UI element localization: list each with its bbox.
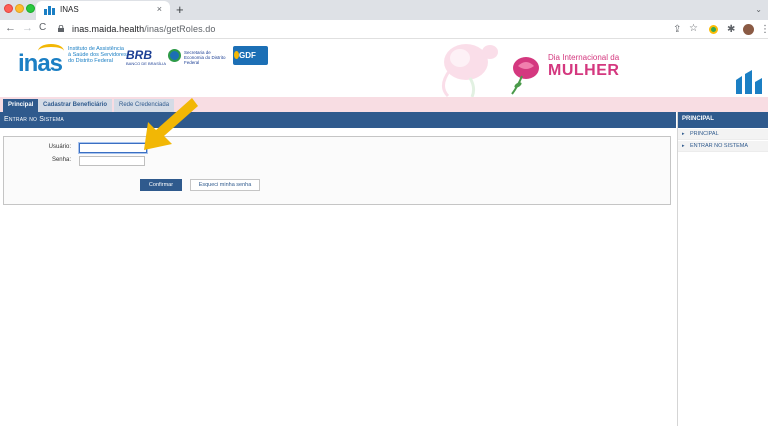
bullet-icon: ▸ bbox=[682, 131, 685, 137]
sidebar-item-entrar-no-sistema[interactable]: ▸ ENTRAR NO SISTEMA bbox=[678, 141, 768, 152]
tab-close-icon[interactable]: × bbox=[157, 4, 162, 14]
sidebar-item-label: ENTRAR NO SISTEMA bbox=[690, 143, 749, 149]
window-close-button[interactable] bbox=[4, 4, 13, 13]
panel-header: Entrar no Sistema bbox=[0, 112, 676, 128]
tab-title: INAS bbox=[60, 5, 79, 14]
sidebar-header: PRINCIPAL bbox=[678, 112, 768, 128]
browser-menu-icon[interactable]: ⋮ bbox=[760, 24, 768, 35]
bookmark-star-icon[interactable]: ☆ bbox=[689, 23, 698, 34]
window-minimize-button[interactable] bbox=[15, 4, 24, 13]
password-input[interactable] bbox=[79, 156, 145, 166]
url-host: inas.maida.health bbox=[72, 24, 145, 34]
sidebar-item-label: PRINCIPAL bbox=[690, 131, 719, 137]
extensions-puzzle-icon[interactable]: ✱ bbox=[727, 24, 735, 35]
brb-logo: BRB bbox=[126, 48, 152, 62]
password-label: Senha: bbox=[51, 157, 71, 163]
banner-subtitle: Dia Internacional da bbox=[548, 53, 620, 62]
back-button[interactable]: ← bbox=[5, 22, 16, 34]
inas-logo[interactable]: inas bbox=[18, 50, 63, 78]
login-form: Usuário: Senha: Confirmar Esqueci minha … bbox=[3, 136, 671, 205]
gdf-logo-text: GDF bbox=[239, 51, 256, 60]
rose-icon bbox=[511, 57, 539, 95]
tab-search-chevron-icon[interactable]: ⌄ bbox=[755, 5, 762, 14]
window-maximize-button[interactable] bbox=[26, 4, 35, 13]
faded-rose-icon bbox=[442, 44, 498, 97]
main-nav: Principal Cadastrar Beneficiário Rede Cr… bbox=[0, 97, 768, 112]
nav-tab-principal[interactable]: Principal bbox=[3, 99, 39, 112]
yellow-arrow-icon bbox=[144, 98, 198, 150]
extension-icon[interactable] bbox=[709, 25, 718, 34]
sidebar-item-principal[interactable]: ▸ PRINCIPAL bbox=[678, 129, 768, 140]
username-label: Usuário: bbox=[48, 144, 71, 150]
brb-subtitle: BANCO DE BRASÍLIA bbox=[126, 61, 167, 66]
url-path: /inas/getRoles.do bbox=[144, 24, 216, 34]
gdf-logo: GDF bbox=[233, 46, 268, 65]
panel-title: Entrar no Sistema bbox=[4, 116, 64, 123]
site-header: inas Instituto de Assistência à Saúde do… bbox=[0, 40, 768, 97]
address-bar[interactable]: inas.maida.health/inas/getRoles.do bbox=[58, 22, 658, 37]
share-icon[interactable]: ⇪ bbox=[673, 24, 681, 35]
nav-tab-cadastrar-beneficiario[interactable]: Cadastrar Beneficiário bbox=[38, 99, 113, 112]
forgot-password-button[interactable]: Esqueci minha senha bbox=[190, 179, 260, 191]
secretaria-emblem-icon bbox=[168, 49, 181, 62]
lock-icon bbox=[58, 25, 64, 32]
bullet-icon: ▸ bbox=[682, 143, 685, 149]
url-text: inas.maida.health/inas/getRoles.do bbox=[72, 24, 216, 34]
confirm-button[interactable]: Confirmar bbox=[140, 179, 182, 191]
building-logo-icon bbox=[736, 70, 762, 94]
profile-avatar[interactable] bbox=[743, 24, 754, 35]
banner-title: MULHER bbox=[548, 62, 620, 79]
new-tab-button[interactable]: + bbox=[176, 2, 184, 17]
forward-button[interactable]: → bbox=[22, 22, 33, 34]
browser-tabstrip: INAS × + ⌄ bbox=[0, 0, 768, 20]
browser-toolbar: ← → C inas.maida.health/inas/getRoles.do… bbox=[0, 20, 768, 39]
inas-description: Instituto de Assistência à Saúde dos Ser… bbox=[68, 46, 127, 64]
right-sidebar: PRINCIPAL ▸ PRINCIPAL ▸ ENTRAR NO SISTEM… bbox=[677, 112, 768, 426]
reload-button[interactable]: C bbox=[39, 22, 46, 33]
secretaria-text: Secretaria de Economia do Distrito Feder… bbox=[184, 50, 226, 65]
browser-tab[interactable]: INAS × bbox=[36, 1, 170, 20]
inas-favicon-icon bbox=[44, 6, 55, 15]
sidebar-title: PRINCIPAL bbox=[682, 116, 714, 122]
